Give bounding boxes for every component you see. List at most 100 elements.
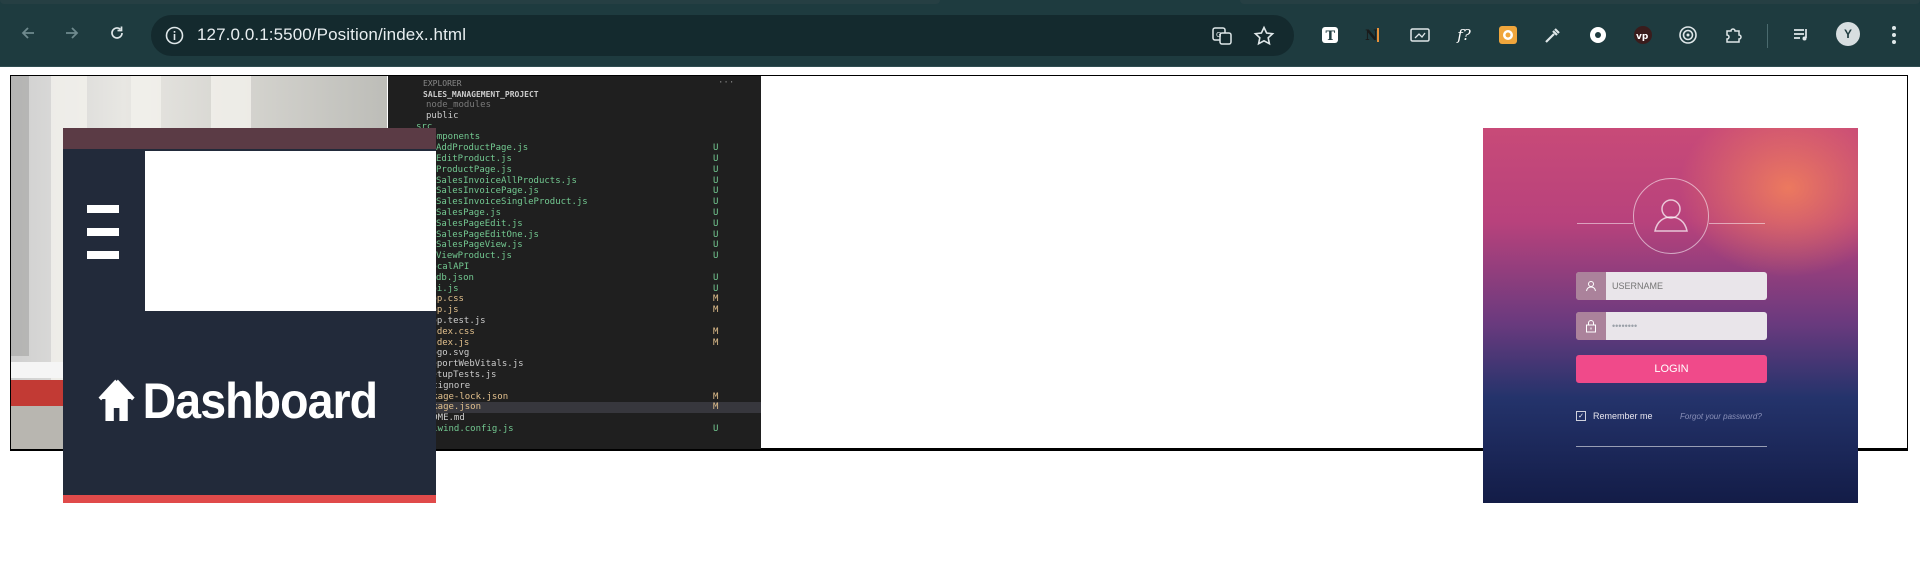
git-status-badge: U — [713, 251, 719, 262]
hamburger-menu-icon[interactable] — [87, 205, 119, 259]
git-status-badge: U — [713, 175, 719, 186]
git-status-badge: M — [713, 402, 719, 413]
explorer-file-name: node_modules — [426, 100, 492, 110]
explorer-file-row[interactable]: index.js M — [388, 338, 761, 349]
explorer-file-row[interactable]: package-lock.json M — [388, 392, 761, 403]
git-status-badge: U — [713, 240, 719, 251]
git-status-badge: U — [713, 272, 719, 283]
explorer-file-row[interactable]: public — [388, 111, 761, 122]
git-status-badge: M — [713, 391, 719, 402]
explorer-file-row[interactable]: SalesPage.js U — [388, 208, 761, 219]
explorer-file-row[interactable]: db.json U — [388, 273, 761, 284]
screen-capture-icon[interactable] — [1409, 24, 1431, 46]
bookmark-star-icon[interactable] — [1253, 25, 1275, 47]
password-field[interactable] — [1576, 312, 1767, 340]
target-icon[interactable] — [1677, 24, 1699, 46]
explorer-file-row[interactable]: setupTests.js — [388, 370, 761, 381]
explorer-file-row[interactable]: tailwind.config.js U — [388, 424, 761, 435]
vp-extension-icon[interactable]: vp — [1632, 24, 1654, 46]
git-status-badge: U — [713, 229, 719, 240]
function-icon[interactable]: f? — [1453, 24, 1475, 46]
explorer-file-row[interactable]: SalesPageEdit.js U — [388, 219, 761, 230]
tab-strip-edge-right — [1240, 0, 1920, 4]
explorer-file-name: SalesPageView.js — [436, 240, 523, 251]
translate-icon[interactable]: G — [1211, 25, 1233, 47]
explorer-file-row[interactable]: localAPI — [388, 262, 761, 273]
explorer-file-name: setupTests.js — [426, 370, 497, 380]
explorer-file-row[interactable]: logo.svg — [388, 348, 761, 359]
git-status-badge: U — [713, 143, 719, 154]
user-avatar-ring — [1633, 178, 1709, 254]
explorer-file-name: SalesPageEdit.js — [436, 218, 523, 229]
white-circle-extension-icon[interactable] — [1587, 24, 1609, 46]
username-field[interactable] — [1576, 272, 1767, 300]
git-status-badge: M — [713, 337, 719, 348]
explorer-file-row[interactable]: index.css M — [388, 327, 761, 338]
eyedropper-icon[interactable] — [1542, 24, 1564, 46]
explorer-file-row[interactable]: SalesPageEditOne.js U — [388, 230, 761, 241]
extension-t-icon[interactable]: T — [1319, 24, 1341, 46]
remember-me-checkbox[interactable]: ✓ Remember me — [1576, 411, 1653, 421]
explorer-file-name: db.json — [436, 272, 474, 283]
login-button[interactable]: LOGIN — [1576, 355, 1767, 383]
user-icon — [1654, 199, 1688, 232]
address-bar[interactable]: 127.0.0.1:5500/Position/index..html G — [151, 15, 1294, 56]
forward-button[interactable] — [60, 21, 84, 45]
forgot-password-link[interactable]: Forgot your password? — [1680, 412, 1762, 421]
explorer-file-row[interactable]: AddProductPage.js U — [388, 143, 761, 154]
explorer-file-row[interactable]: README.md — [388, 413, 761, 424]
explorer-file-row[interactable]: components — [388, 132, 761, 143]
home-icon — [98, 379, 135, 421]
more-menu-icon[interactable] — [1884, 24, 1904, 46]
explorer-file-row[interactable]: src — [388, 122, 761, 133]
color-picker-extension-icon[interactable] — [1497, 24, 1519, 46]
explorer-file-row[interactable]: SalesInvoicePage.js U — [388, 186, 761, 197]
site-info-icon[interactable] — [164, 25, 185, 46]
explorer-file-row[interactable]: SalesPageView.js U — [388, 240, 761, 251]
explorer-file-name: SalesInvoiceAllProducts.js — [436, 175, 577, 186]
arrow-left-icon — [21, 27, 34, 39]
explorer-file-row[interactable]: App.js M — [388, 305, 761, 316]
svg-text:vp: vp — [1636, 32, 1649, 42]
explorer-file-row[interactable]: ProductPage.js U — [388, 165, 761, 176]
checkbox-icon[interactable]: ✓ — [1576, 411, 1586, 421]
url-text[interactable]: 127.0.0.1:5500/Position/index..html — [197, 25, 466, 45]
password-input[interactable] — [1612, 312, 1762, 340]
explorer-file-row[interactable]: package.json M — [388, 402, 761, 414]
back-button[interactable] — [16, 21, 40, 45]
arrow-right-icon — [66, 27, 79, 39]
extensions-puzzle-icon[interactable] — [1722, 24, 1744, 46]
photo-shadow — [11, 76, 29, 356]
explorer-file-name: ProductPage.js — [436, 164, 512, 175]
explorer-file-name: SalesInvoicePage.js — [436, 186, 539, 197]
toolbar-separator — [1767, 24, 1768, 48]
divider-right — [1709, 223, 1765, 224]
reload-icon — [111, 26, 123, 39]
explorer-file-row[interactable]: node_modules — [388, 100, 761, 111]
dashboard-title: Dashboard — [142, 373, 378, 429]
explorer-header: EXPLORER ··· — [388, 78, 761, 89]
dashboard-card: Dashboard — [63, 128, 436, 503]
profile-avatar[interactable]: Y — [1836, 22, 1860, 46]
explorer-file-row[interactable]: .gitignore — [388, 381, 761, 392]
explorer-file-row[interactable]: api.js U — [388, 284, 761, 295]
explorer-file-row[interactable]: ViewProduct.js U — [388, 251, 761, 262]
git-status-badge: M — [713, 305, 719, 316]
git-status-badge: M — [713, 326, 719, 337]
explorer-file-row[interactable]: EditProduct.js U — [388, 154, 761, 165]
explorer-file-row[interactable]: App.css M — [388, 294, 761, 305]
git-status-badge: U — [713, 208, 719, 218]
login-bottom-divider — [1576, 446, 1767, 447]
extension-notion-icon[interactable]: N — [1365, 24, 1387, 46]
explorer-file-row[interactable]: App.test.js — [388, 316, 761, 327]
explorer-file-row[interactable]: reportWebVitals.js — [388, 359, 761, 370]
explorer-file-name: SalesInvoiceSingleProduct.js — [436, 197, 588, 208]
media-playlist-icon[interactable] — [1790, 24, 1812, 46]
lock-icon — [1576, 312, 1606, 340]
dashboard-topbar — [63, 128, 436, 149]
photo-stripe — [11, 362, 71, 378]
username-input[interactable] — [1612, 272, 1762, 300]
reload-button[interactable] — [105, 21, 129, 45]
explorer-file-row[interactable]: SalesInvoiceAllProducts.js U — [388, 176, 761, 187]
explorer-file-row[interactable]: SalesInvoiceSingleProduct.js U — [388, 197, 761, 208]
